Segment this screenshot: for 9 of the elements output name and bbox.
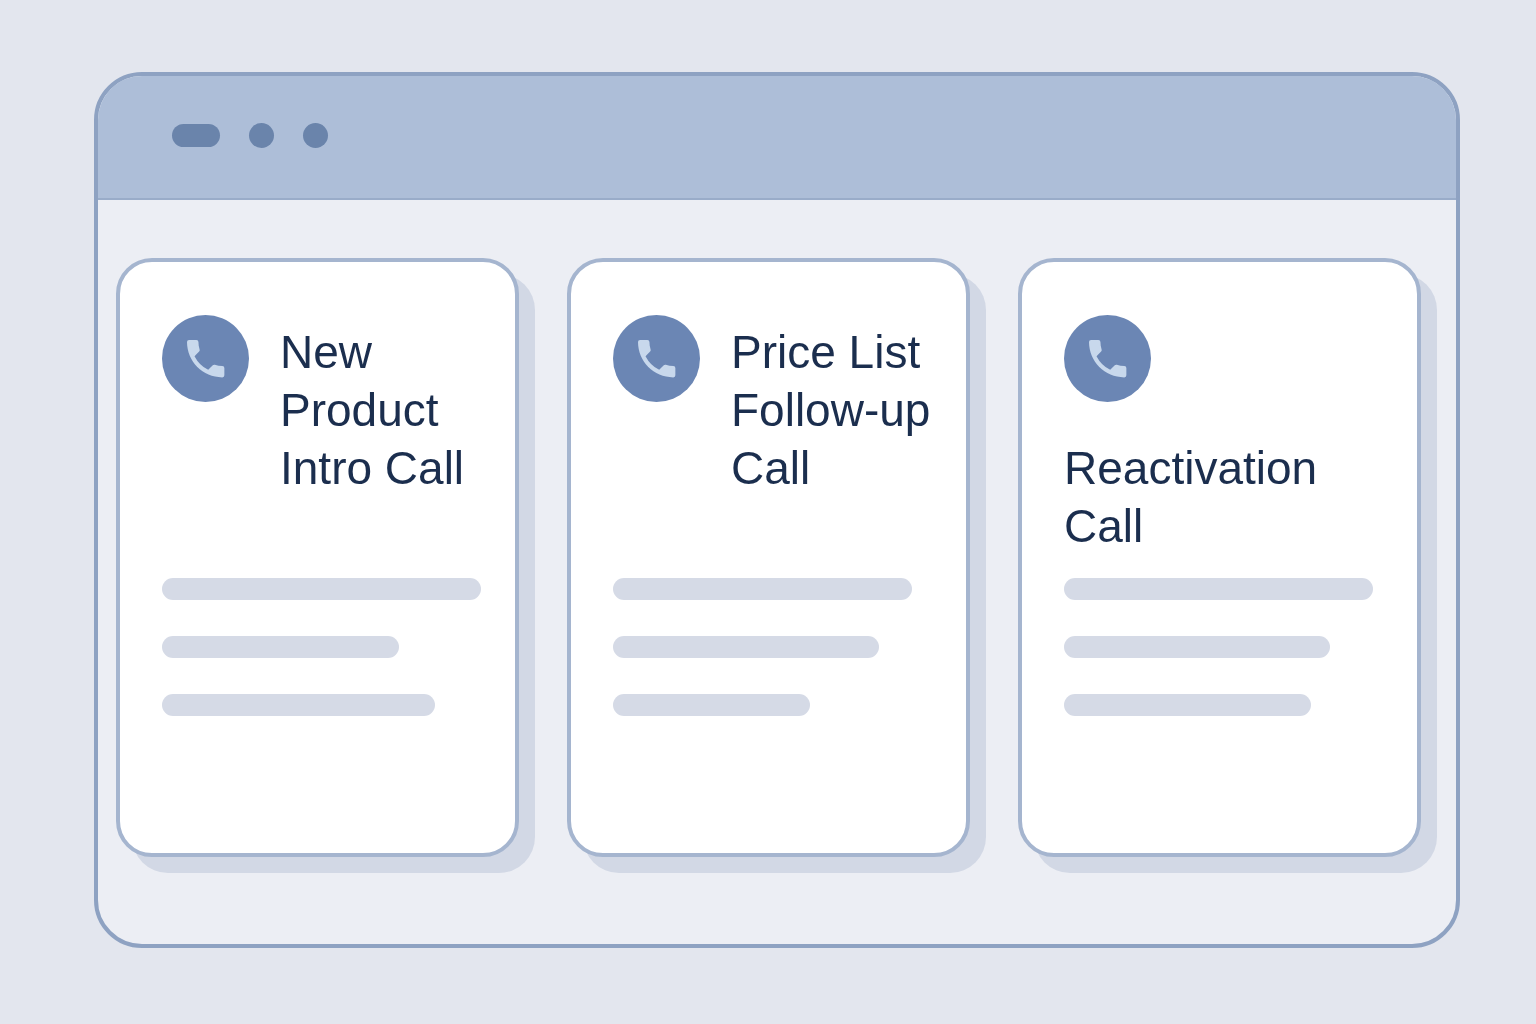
window-dot-icon[interactable]: [303, 122, 328, 148]
phone-icon: [162, 315, 249, 402]
phone-icon: [613, 315, 700, 402]
card-title: New Product Intro Call: [280, 325, 466, 496]
window-pill-icon[interactable]: [172, 123, 220, 147]
card-title: Price List Follow-up Call: [731, 325, 932, 496]
window-dot-icon[interactable]: [249, 122, 274, 148]
phone-icon: [1064, 315, 1151, 402]
card-title: Reactivation Call: [1064, 441, 1319, 554]
